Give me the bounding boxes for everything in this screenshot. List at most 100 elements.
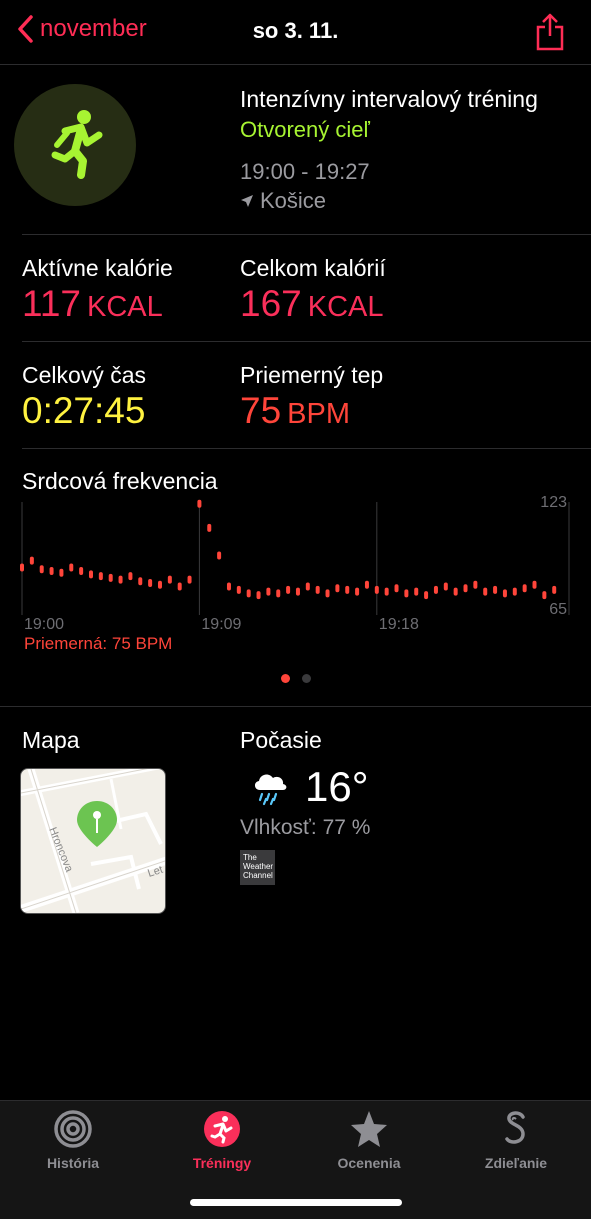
heart-rate-point	[424, 591, 429, 600]
heart-rate-point	[325, 589, 330, 598]
active-calories-number: 117	[22, 283, 81, 324]
tab-treningy[interactable]: Tréningy	[152, 1109, 292, 1171]
heart-rate-point	[207, 523, 212, 532]
heart-rate-point	[20, 563, 24, 572]
heart-rate-point	[483, 587, 488, 596]
heart-rate-point	[335, 584, 340, 593]
tab-label-ocenenia: Ocenenia	[337, 1155, 401, 1171]
heart-rate-point	[108, 573, 113, 582]
map-title: Mapa	[22, 727, 80, 753]
heart-rate-point	[493, 585, 498, 594]
workout-goal: Otvorený cieľ	[240, 117, 370, 142]
tab-zdielanie[interactable]: Zdieľanie	[446, 1109, 586, 1171]
divider	[22, 341, 591, 342]
page-dot-active[interactable]	[280, 674, 290, 683]
heart-rate-point	[217, 551, 222, 560]
chart-x-tick-label: 19:09	[201, 616, 241, 633]
heart-rate-point	[128, 572, 133, 581]
heart-rate-point	[295, 587, 300, 596]
tab-ocenenia[interactable]: Ocenenia	[299, 1109, 439, 1171]
total-calories-value: 167 KCAL	[240, 283, 384, 325]
runner-icon	[51, 110, 103, 179]
page-dot[interactable]	[301, 674, 311, 683]
runner-icon	[204, 1111, 240, 1147]
workout-icon-badge	[14, 84, 136, 206]
avg-heart-rate-number: 75	[240, 390, 282, 431]
heart-rate-point	[345, 585, 350, 594]
active-calories-unit: KCAL	[87, 291, 163, 323]
heart-rate-point	[167, 575, 172, 584]
heart-rate-point	[433, 585, 438, 594]
heart-rate-point	[463, 584, 468, 593]
page-title: so 3. 11.	[252, 18, 339, 43]
heart-rate-average-label: Priemerná: 75 BPM	[24, 634, 173, 653]
cloud-rain-icon	[254, 774, 287, 806]
share-button[interactable]	[535, 12, 565, 57]
heart-rate-point	[118, 575, 123, 584]
workout-location: Košice	[240, 188, 326, 214]
heart-rate-point	[226, 582, 231, 591]
sharing-icon	[505, 1111, 525, 1144]
heart-rate-point	[138, 577, 143, 586]
heart-rate-point	[286, 585, 291, 594]
divider	[22, 234, 591, 235]
heart-rate-point	[39, 565, 44, 574]
heart-rate-point	[404, 589, 409, 598]
heart-rate-point	[512, 587, 517, 596]
chart-x-tick-label: 19:18	[379, 616, 419, 633]
heart-rate-point	[69, 563, 74, 572]
chart-y-tick-label: 65	[549, 601, 567, 618]
heart-rate-point	[88, 570, 93, 579]
total-calories-label: Celkom kalórií	[240, 255, 386, 281]
heart-rate-point	[305, 582, 310, 591]
tab-label-historia: História	[46, 1155, 100, 1171]
heart-rate-point	[522, 584, 527, 593]
heart-rate-point	[542, 591, 547, 600]
heart-rate-point	[256, 591, 261, 600]
chart-x-tick-label: 19:00	[24, 616, 64, 633]
heart-rate-point	[364, 580, 369, 589]
workout-time-range: 19:00 - 19:27	[240, 159, 370, 184]
total-calories-unit: KCAL	[307, 291, 384, 323]
page-indicator[interactable]	[0, 674, 591, 683]
active-calories-value: 117 KCAL	[22, 283, 163, 325]
heart-rate-point	[453, 587, 458, 596]
heart-rate-point	[374, 585, 379, 594]
heart-rate-chart[interactable]: 19:00 19:09 19:18 123 65	[0, 490, 591, 640]
heart-rate-point	[49, 566, 54, 575]
heart-rate-point	[187, 575, 192, 584]
heart-rate-point	[236, 585, 241, 594]
heart-rate-point	[502, 589, 507, 598]
weather-temperature: 16°	[305, 763, 369, 810]
weather-channel-logo: The Weather Channel	[240, 850, 275, 885]
total-time-label: Celkový čas	[22, 362, 146, 388]
heart-rate-point	[276, 589, 281, 598]
tab-label-treningy: Tréningy	[192, 1155, 252, 1171]
divider	[0, 64, 591, 65]
heart-rate-point	[246, 589, 251, 598]
heart-rate-point	[148, 579, 153, 588]
heart-rate-point	[177, 582, 182, 591]
home-indicator[interactable]	[190, 1199, 402, 1206]
map-thumbnail[interactable]: Hroncova Let	[20, 768, 166, 914]
avg-heart-rate-unit: BPM	[287, 398, 350, 430]
heart-rate-point	[384, 587, 389, 596]
award-star-icon	[351, 1111, 387, 1147]
total-time-value: 0:27:45	[22, 390, 146, 431]
heart-rate-point	[266, 587, 271, 596]
heart-rate-point	[98, 572, 103, 581]
heart-rate-point	[315, 585, 320, 594]
heart-rate-point	[473, 580, 478, 589]
workout-title: Intenzívny intervalový tréning	[240, 86, 538, 112]
heart-rate-point	[394, 584, 399, 593]
heart-rate-point	[443, 582, 448, 591]
avg-heart-rate-label: Priemerný tep	[240, 362, 384, 388]
weather-humidity: Vlhkosť: 77 %	[240, 816, 371, 839]
avg-heart-rate-value: 75 BPM	[240, 390, 350, 432]
heart-rate-point	[552, 585, 557, 594]
tab-historia[interactable]: História	[3, 1109, 143, 1171]
heart-rate-point	[157, 580, 162, 589]
share-icon	[536, 13, 564, 51]
location-name: Košice	[260, 188, 327, 213]
tab-label-zdielanie: Zdieľanie	[484, 1155, 548, 1171]
